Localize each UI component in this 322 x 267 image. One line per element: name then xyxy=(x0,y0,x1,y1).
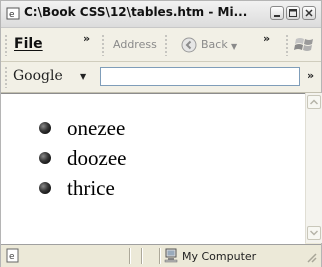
vertical-scrollbar[interactable] xyxy=(305,93,322,243)
close-icon xyxy=(305,9,313,17)
toolbar-overflow-chevron[interactable]: » xyxy=(263,32,270,45)
back-button-label: Back xyxy=(201,38,228,51)
windows-logo-icon xyxy=(294,38,313,51)
menu-file-label: File xyxy=(14,36,43,52)
back-button[interactable]: Back ▼ xyxy=(169,33,241,57)
toolbar-grip[interactable] xyxy=(102,34,104,56)
chevron-down-icon xyxy=(310,230,318,236)
title-bar[interactable]: e C:\Book CSS\12\tables.htm - Mi... xyxy=(1,1,321,28)
scroll-down-button[interactable] xyxy=(307,226,321,240)
page-status-icon: e xyxy=(6,248,19,263)
toolbar-grip[interactable] xyxy=(165,34,167,56)
status-divider xyxy=(129,248,131,264)
google-label: Google xyxy=(13,68,63,84)
status-divider xyxy=(159,248,161,264)
close-button[interactable] xyxy=(302,6,316,20)
bullet-icon xyxy=(39,122,51,134)
security-zone-label: My Computer xyxy=(182,250,257,263)
google-toolbar: Google ▼ » xyxy=(1,62,321,93)
maximize-button[interactable] xyxy=(286,6,300,20)
scroll-up-button[interactable] xyxy=(307,95,321,109)
back-arrow-icon xyxy=(181,37,197,53)
google-search-input[interactable] xyxy=(100,67,300,86)
bullet-icon xyxy=(39,152,51,164)
page-content: onezee doozee thrice xyxy=(1,93,305,244)
toolbar-grip[interactable] xyxy=(5,34,7,56)
toolbar: File » Address Back ▼ » xyxy=(1,28,321,62)
list-item-text: doozee xyxy=(67,146,127,170)
chevron-up-icon xyxy=(310,99,318,105)
toolbar-grip[interactable] xyxy=(286,34,288,56)
status-divider xyxy=(141,248,143,264)
ie-page-icon: e xyxy=(6,7,20,20)
bullet-icon xyxy=(39,182,51,194)
window-title: C:\Book CSS\12\tables.htm - Mi... xyxy=(24,5,248,19)
minimize-button[interactable] xyxy=(270,6,284,20)
list-item-text: thrice xyxy=(67,176,115,200)
google-menu-button[interactable]: Google xyxy=(13,68,63,84)
svg-text:e: e xyxy=(9,10,15,20)
list-item-text: onezee xyxy=(67,116,126,140)
svg-text:e: e xyxy=(9,252,15,262)
google-dropdown-arrow-icon[interactable]: ▼ xyxy=(80,72,86,81)
back-dropdown-arrow-icon[interactable]: ▼ xyxy=(231,42,237,51)
menu-file[interactable]: File xyxy=(14,36,43,52)
my-computer-icon xyxy=(164,248,178,263)
status-bar: e My Computer xyxy=(1,244,321,267)
address-label[interactable]: Address xyxy=(113,38,157,51)
browser-window: e C:\Book CSS\12\tables.htm - Mi... File… xyxy=(0,0,322,267)
google-overflow-chevron[interactable]: » xyxy=(307,69,314,82)
maximize-icon xyxy=(289,9,297,17)
toolbar-grip[interactable] xyxy=(5,66,7,88)
menu-overflow-chevron[interactable]: » xyxy=(83,32,90,45)
minimize-icon xyxy=(274,15,280,17)
resize-grip-icon[interactable] xyxy=(305,251,317,263)
